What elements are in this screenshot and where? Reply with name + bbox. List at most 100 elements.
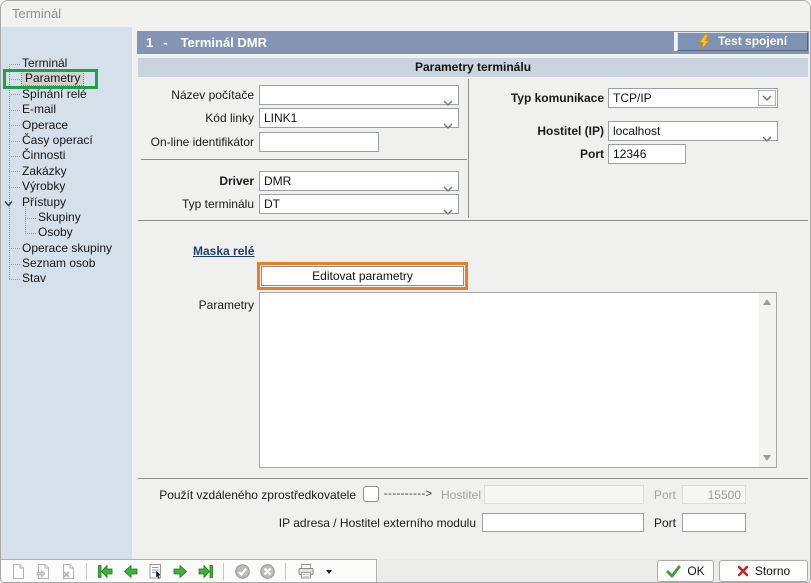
sidebar-item-zakazky[interactable]: Zakázky xyxy=(1,164,132,179)
sidebar-item-vyrobky[interactable]: Výrobky xyxy=(1,179,132,194)
first-arrow-icon xyxy=(97,563,114,580)
remote-checkbox[interactable] xyxy=(363,486,379,502)
online-identifikator-label: On-line identifikátor xyxy=(132,135,254,149)
test-connection-button[interactable]: Test spojení xyxy=(677,32,808,51)
ok-button[interactable]: OK xyxy=(657,560,714,582)
remote-port-input xyxy=(682,485,746,504)
kod-linky-combo[interactable]: LINK1 xyxy=(259,108,459,128)
remote-port-label: Port xyxy=(632,488,676,502)
arrow-text: ----------> xyxy=(384,488,433,500)
last-arrow-icon xyxy=(197,563,214,580)
cancel-changes-button[interactable] xyxy=(256,562,278,581)
parametry-textarea[interactable] xyxy=(259,292,777,468)
sidebar-item-email[interactable]: E-mail xyxy=(1,102,132,117)
storno-button[interactable]: Storno xyxy=(719,560,808,582)
sidebar-item-casy-operaci[interactable]: Časy operací xyxy=(1,133,132,148)
typ-komunikace-combo[interactable]: TCP/IP xyxy=(608,88,778,108)
x-circle-icon xyxy=(259,563,276,580)
sidebar-item-seznam-osob[interactable]: Seznam osob xyxy=(1,256,132,271)
window-title: Terminál xyxy=(1,1,810,27)
typ-terminalu-combo[interactable]: DT xyxy=(259,194,459,214)
external-port-input[interactable] xyxy=(682,513,746,532)
lightning-icon xyxy=(698,34,711,50)
divider xyxy=(138,220,808,221)
hostitel-ip-combo[interactable]: localhost xyxy=(608,121,778,141)
terminal-window: Terminál Terminál Parametry Spínání relé… xyxy=(0,0,811,583)
sidebar-item-osoby[interactable]: Osoby xyxy=(1,225,132,240)
record-number: 1 xyxy=(146,35,153,50)
port-input[interactable] xyxy=(608,144,686,164)
external-port-label: Port xyxy=(632,516,676,530)
sidebar-item-cinnosti[interactable]: Činnosti xyxy=(1,148,132,163)
sidebar-item-skupiny[interactable]: Skupiny xyxy=(1,210,132,225)
browse-records-button[interactable] xyxy=(144,562,166,581)
section-title: Parametry terminálu xyxy=(138,58,808,77)
sidebar-item-operace-skupiny[interactable]: Operace skupiny xyxy=(1,241,132,256)
maska-rele-link[interactable]: Maska relé xyxy=(193,244,254,258)
sidebar-item-stav[interactable]: Stav xyxy=(1,271,132,286)
record-separator: - xyxy=(163,35,167,50)
port-label: Port xyxy=(472,147,604,161)
chevron-down-icon xyxy=(443,202,453,220)
first-record-button[interactable] xyxy=(94,562,116,581)
typ-terminalu-label: Typ terminálu xyxy=(132,197,254,211)
divider xyxy=(468,79,469,218)
document-arrow-icon xyxy=(35,563,52,580)
last-record-button[interactable] xyxy=(194,562,216,581)
kod-linky-label: Kód linky xyxy=(132,111,254,125)
vertical-scrollbar[interactable] xyxy=(759,293,776,467)
toolbar-separator xyxy=(86,563,87,580)
document-x-icon xyxy=(60,563,77,580)
bottom-bar: OK Storno xyxy=(1,559,810,583)
check-icon xyxy=(666,565,681,578)
online-identifikator-input[interactable] xyxy=(259,132,379,152)
print-button[interactable] xyxy=(293,562,319,581)
remote-hostitel-label: Hostitel xyxy=(441,488,481,502)
check-circle-icon xyxy=(234,563,251,580)
scroll-up-icon[interactable] xyxy=(763,299,771,305)
external-module-label: IP adresa / Hostitel externího modulu xyxy=(251,516,476,530)
print-options-button[interactable] xyxy=(322,562,334,581)
nazev-pocitace-label: Název počítače xyxy=(132,88,254,102)
import-record-button[interactable] xyxy=(32,562,54,581)
divider xyxy=(141,159,467,160)
x-icon xyxy=(737,565,749,577)
remote-checkbox-label: Použít vzdáleného zprostředkovatele xyxy=(132,488,356,502)
hostitel-ip-label: Hostitel (IP) xyxy=(472,124,604,138)
orange-highlight-annotation: Editovat parametry xyxy=(257,262,468,290)
record-title: Terminál DMR xyxy=(181,35,267,50)
navigation-tree: Terminál Parametry Spínání relé E-mail O… xyxy=(1,56,132,287)
new-record-button[interactable] xyxy=(7,562,29,581)
sidebar: Terminál Parametry Spínání relé E-mail O… xyxy=(1,27,132,559)
document-cursor-icon xyxy=(147,563,164,580)
sidebar-item-pristupy[interactable]: Přístupy xyxy=(1,195,132,210)
driver-label: Driver xyxy=(132,174,254,188)
main-panel: 1-Terminál DMR Test spojení Parametry te… xyxy=(132,27,810,559)
divider xyxy=(138,478,808,479)
dropdown-arrow-icon xyxy=(326,570,332,574)
scroll-down-icon[interactable] xyxy=(763,455,771,461)
nazev-pocitace-combo[interactable] xyxy=(259,85,459,105)
sidebar-item-spinani-rele[interactable]: Spínání relé xyxy=(1,87,132,102)
parametry-label: Parametry xyxy=(132,298,254,312)
sidebar-item-terminal[interactable]: Terminál xyxy=(1,56,132,71)
printer-icon xyxy=(297,563,315,580)
remote-hostitel-input xyxy=(484,485,644,504)
new-document-icon xyxy=(10,563,27,580)
toolbar-separator xyxy=(285,563,286,580)
sidebar-item-operace[interactable]: Operace xyxy=(1,118,132,133)
delete-record-button[interactable] xyxy=(57,562,79,581)
external-module-input[interactable] xyxy=(482,513,644,532)
chevron-down-icon xyxy=(762,129,772,147)
next-record-button[interactable] xyxy=(169,562,191,581)
record-header: 1-Terminál DMR Test spojení xyxy=(137,31,809,54)
sidebar-item-parametry[interactable]: Parametry xyxy=(1,71,132,86)
typ-komunikace-label: Typ komunikace xyxy=(472,91,604,105)
driver-combo[interactable]: DMR xyxy=(259,171,459,191)
previous-arrow-icon xyxy=(122,563,139,580)
editovat-parametry-button[interactable]: Editovat parametry xyxy=(261,266,464,286)
toolbar-separator xyxy=(223,563,224,580)
previous-record-button[interactable] xyxy=(119,562,141,581)
chevron-down-icon[interactable] xyxy=(758,90,776,106)
accept-changes-button[interactable] xyxy=(231,562,253,581)
